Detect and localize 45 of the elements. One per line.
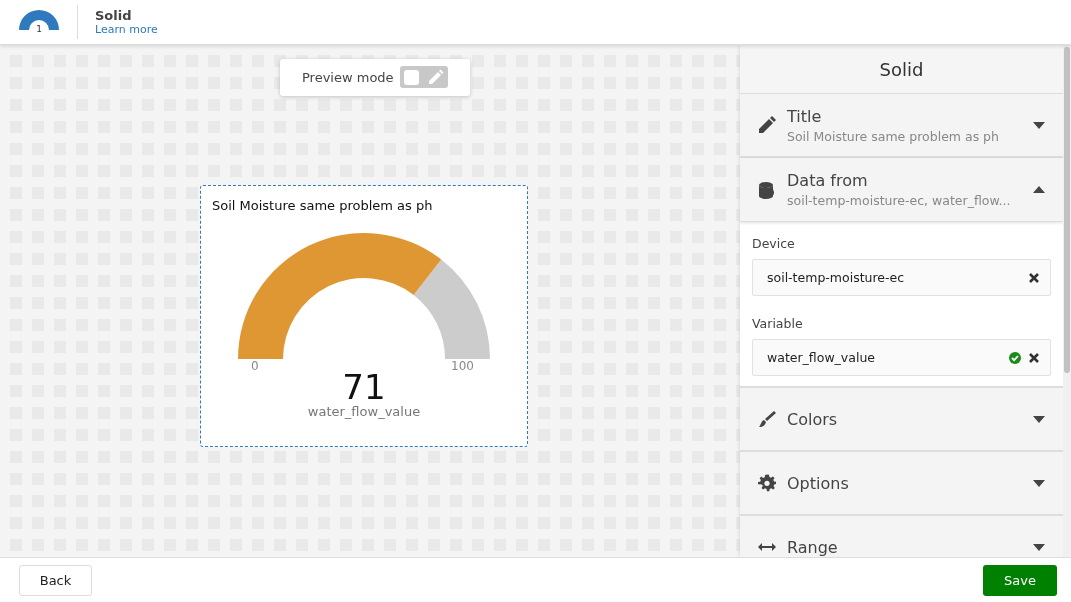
section-header[interactable]: Range [740,516,1063,557]
section-header[interactable]: Colors [740,388,1063,452]
learn-more-link[interactable]: Learn more [95,23,158,36]
widget-type-title: Solid [95,8,133,23]
panel-title: Solid [740,45,1063,94]
brush-icon [758,410,776,428]
collapse-caret-icon [1033,186,1045,193]
preview-toggle[interactable] [399,66,448,88]
back-button[interactable]: Back [19,564,92,596]
scrollbar[interactable] [1063,45,1071,557]
section-label: Options [787,473,850,493]
expand-caret-icon [1033,415,1045,423]
gauge-value: 71 [342,367,386,407]
section-header[interactable]: Options [740,452,1063,516]
section-label: Title [787,106,823,126]
valid-check-icon [1009,351,1021,364]
pencil-icon [758,116,776,134]
database-icon [758,180,776,199]
gauge-max-label: 100 [451,359,474,373]
clear-icon[interactable] [1029,352,1039,363]
clear-icon[interactable] [1029,272,1039,283]
field-label: Device [752,236,796,251]
expand-caret-icon [1033,479,1045,487]
section-summary: soil-temp-moisture-ec, water_flow... [787,193,1012,208]
gauge-logo-icon [19,10,59,30]
widget-title: Soil Moisture same problem as ph [212,198,433,213]
section-label: Range [787,537,839,557]
section-label: Data from [787,171,869,190]
section-summary: Soil Moisture same problem as ph [787,128,1000,144]
select-field[interactable]: water_flow_value [752,339,1051,376]
variable-label: water_flow_value [307,404,421,419]
section-label: Colors [787,409,839,429]
settings-icon [758,474,776,492]
section-header[interactable]: Data from soil-temp-moisture-ec, water_flow... [740,158,1063,222]
save-button[interactable]: Save [983,564,1057,596]
expand-caret-icon [1033,121,1045,129]
logo-number-label: 1 [35,24,43,34]
gauge-min-label: 0 [251,359,259,373]
preview-mode-label: Preview mode [302,69,394,85]
gauge-widget-card[interactable]: Soil Moisture same problem as ph 0 100 71 water_flow_value [200,185,528,447]
section-header[interactable]: Title Soil Moisture same problem as ph [740,94,1063,158]
expand-caret-icon [1033,543,1045,551]
pencil-icon [426,69,444,85]
select-field[interactable]: soil-temp-moisture-ec [752,259,1051,296]
field-label: Variable [752,316,804,331]
